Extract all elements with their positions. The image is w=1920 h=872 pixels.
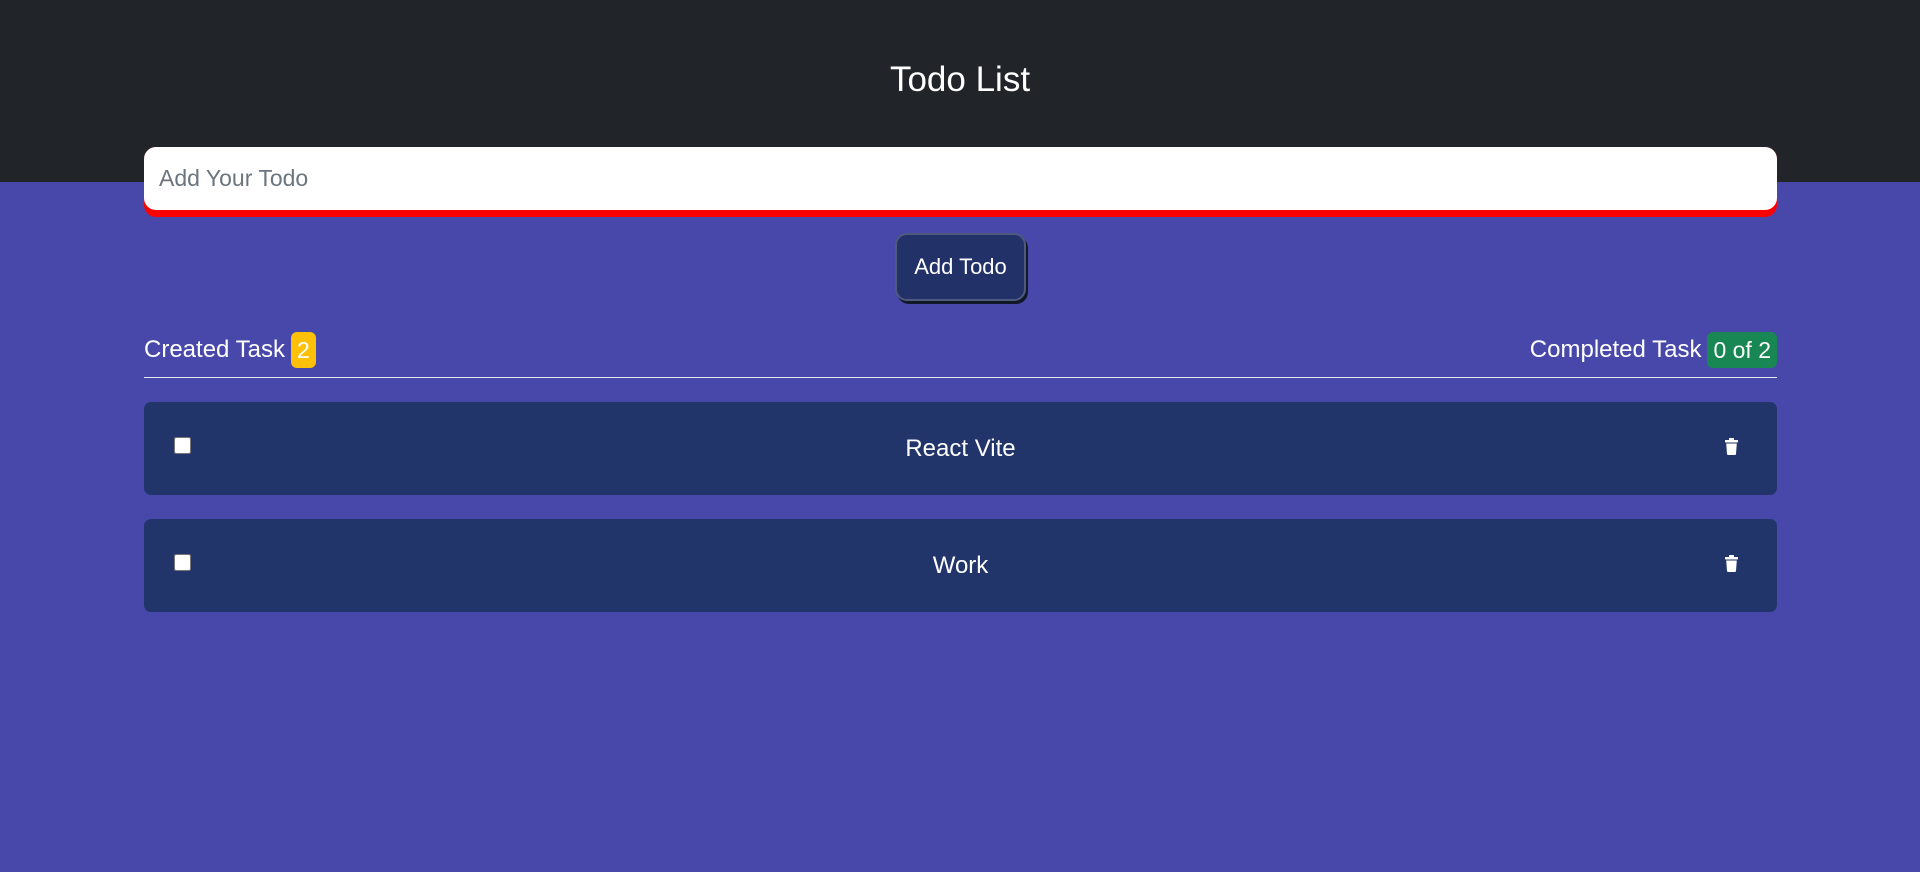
task-stats: Created Task 2 Completed Task 0 of 2: [144, 332, 1777, 368]
page-title: Todo List: [889, 60, 1031, 99]
created-task-count-badge: 2: [290, 332, 316, 368]
todo-input[interactable]: [144, 147, 1777, 210]
todo-text: React Vite: [905, 435, 1016, 462]
todo-item: React Vite: [144, 402, 1777, 495]
todo-input-container: [144, 147, 1777, 217]
delete-todo-button[interactable]: [1720, 551, 1742, 575]
add-todo-button[interactable]: Add Todo: [895, 233, 1026, 301]
delete-todo-button[interactable]: [1720, 434, 1742, 458]
completed-task-stat: Completed Task 0 of 2: [1530, 332, 1777, 368]
todo-checkbox[interactable]: [174, 437, 191, 454]
completed-task-label: Completed Task: [1529, 336, 1702, 363]
todo-checkbox[interactable]: [174, 554, 191, 571]
created-task-stat: Created Task 2: [144, 332, 316, 368]
trash-icon: [1724, 554, 1738, 572]
completed-task-count-badge: 0 of 2: [1707, 332, 1777, 368]
divider: [144, 377, 1777, 378]
created-task-label: Created Task: [144, 336, 285, 363]
todo-list: React Vite Work: [144, 402, 1777, 636]
todo-item: Work: [144, 519, 1777, 612]
trash-icon: [1724, 437, 1738, 455]
todo-text: Work: [932, 552, 989, 579]
